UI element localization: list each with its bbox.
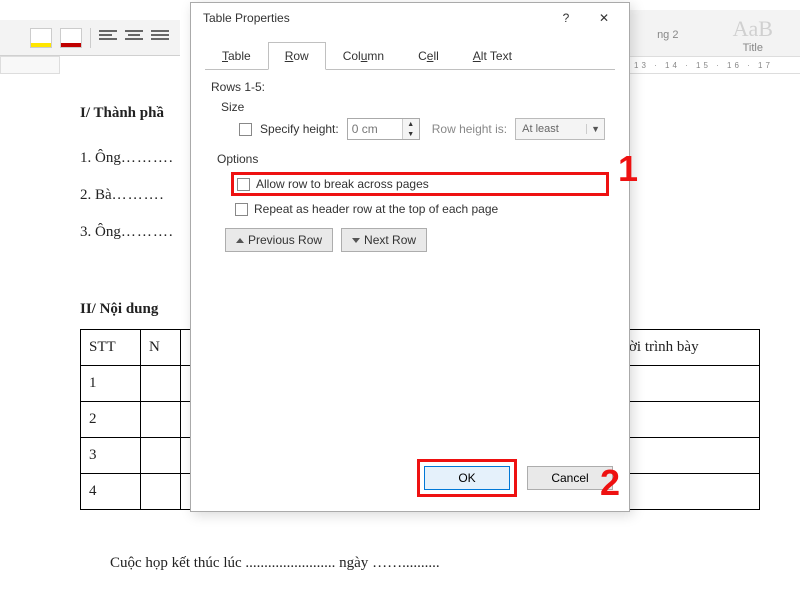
dialog-tabs: Table Row Column Cell Alt Text [205,41,615,70]
tab-table[interactable]: Table [205,42,268,70]
annotation-marker-1: 1 [618,148,638,190]
tab-row[interactable]: Row [268,42,326,70]
row-height-is-label: Row height is: [432,122,507,136]
specify-height-label: Specify height: [260,122,339,136]
align-options-icon[interactable] [151,30,169,46]
size-group-label: Size [221,100,609,114]
height-input[interactable] [348,119,402,139]
specify-height-checkbox[interactable] [239,123,252,136]
style-title[interactable]: AaB Title [733,16,773,54]
tab-alttext[interactable]: Alt Text [456,42,529,70]
repeat-header-option: Repeat as header row at the top of each … [235,202,609,216]
ruler-right: 13 · 14 · 15 · 16 · 17 [630,56,800,74]
annotation-marker-2: 2 [600,462,620,504]
ribbon-toolbar-fragment [0,20,180,56]
dialog-title: Table Properties [203,11,290,25]
font-color-icon[interactable] [60,28,82,48]
align-center-icon[interactable] [125,30,143,46]
close-button[interactable]: ✕ [585,5,623,31]
align-left-icon[interactable] [99,30,117,46]
triangle-down-icon [352,238,360,243]
highlight-color-icon[interactable] [30,28,52,48]
height-spinner[interactable]: ▲ ▼ [347,118,420,140]
footer-text: Cuộc họp kết thúc lúc ..................… [110,550,760,577]
allow-break-checkbox[interactable] [237,178,250,191]
spinner-down-icon[interactable]: ▼ [403,129,419,139]
help-button[interactable]: ? [547,5,585,31]
ok-button[interactable]: OK [424,466,510,490]
chevron-down-icon: ▼ [586,124,604,134]
tab-row-panel: Rows 1-5: Size Specify height: ▲ ▼ Row h… [191,70,629,252]
spinner-up-icon[interactable]: ▲ [403,119,419,129]
ribbon-styles-fragment: ng 2 AaB Title [630,10,800,60]
height-rule-select[interactable]: At least ▼ [515,118,605,140]
tab-cell[interactable]: Cell [401,42,456,70]
previous-row-button[interactable]: Previous Row [225,228,333,252]
dialog-titlebar: Table Properties ? ✕ [191,3,629,33]
table-properties-dialog: Table Properties ? ✕ Table Row Column Ce… [190,2,630,512]
tab-column[interactable]: Column [326,42,401,70]
ruler-left [0,56,60,74]
allow-break-option: Allow row to break across pages [231,172,609,196]
style-heading2[interactable]: ng 2 [657,29,678,41]
next-row-button[interactable]: Next Row [341,228,427,252]
repeat-header-label: Repeat as header row at the top of each … [254,202,498,216]
allow-break-label: Allow row to break across pages [256,177,429,191]
repeat-header-checkbox[interactable] [235,203,248,216]
triangle-up-icon [236,238,244,243]
ok-highlight-box: OK [417,459,517,497]
options-group-label: Options [217,152,609,166]
rows-range-label: Rows 1-5: [211,80,609,94]
